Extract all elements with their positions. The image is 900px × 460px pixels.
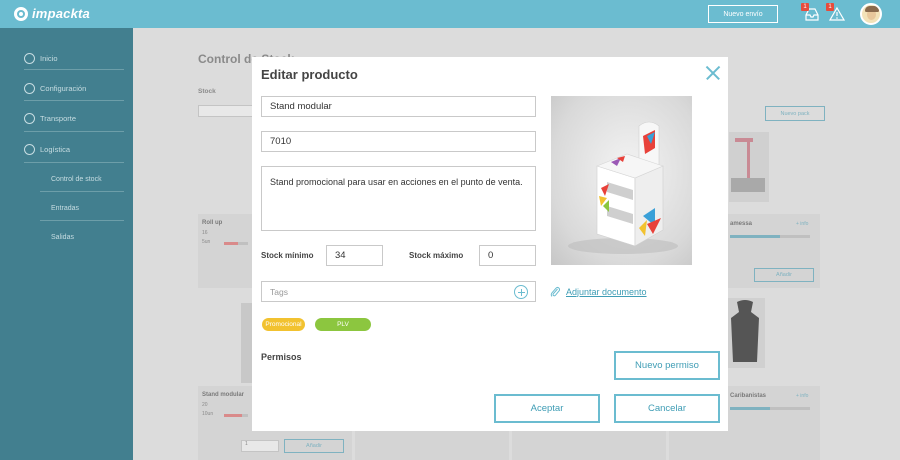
location-pin-icon	[24, 112, 35, 124]
adjuntar-documento-label: Adjuntar documento	[566, 286, 647, 297]
product-thumbnail	[729, 132, 769, 202]
stock-label: Stock	[198, 88, 216, 95]
stock-minimo-input[interactable]: 34	[326, 245, 383, 266]
anadir-button[interactable]: Añadir	[284, 439, 344, 453]
sidebar-item-label: Inicio	[40, 53, 58, 63]
gear-icon	[24, 143, 35, 155]
avatar-hair	[865, 6, 879, 12]
stock-minimo-label: Stock mínimo	[261, 251, 314, 260]
product-reference-field[interactable]: 7010	[261, 131, 536, 152]
divider	[24, 162, 124, 163]
card-title: Stand modular	[202, 392, 245, 398]
card-value: 20	[202, 402, 208, 408]
top-bar: impackta Nuevo envío 1 1	[0, 0, 900, 28]
sidebar-item-transporte[interactable]: Transporte	[24, 108, 124, 128]
sidebar-item-logistica[interactable]: Logística	[24, 139, 124, 159]
product-image	[551, 96, 692, 265]
paperclip-icon	[550, 286, 560, 297]
permisos-label: Permisos	[261, 352, 302, 362]
info-link[interactable]: + info	[796, 393, 808, 399]
product-card: amessa + info Añadir	[728, 214, 820, 288]
sidebar: Inicio Configuración Transporte Logístic…	[0, 28, 133, 460]
nuevo-pack-button[interactable]: Nuevo pack	[765, 106, 825, 121]
stock-maximo-label: Stock máximo	[409, 251, 464, 260]
warning-icon[interactable]: 1	[826, 3, 846, 22]
tags-placeholder: Tags	[270, 286, 288, 297]
close-icon[interactable]	[706, 66, 720, 80]
card-title: Roll up	[202, 220, 223, 226]
notification-badge: 1	[801, 3, 809, 11]
tag-promocional[interactable]: Promocional	[262, 318, 305, 331]
anadir-button[interactable]: Añadir	[754, 268, 814, 282]
nuevo-permiso-button[interactable]: Nuevo permiso	[614, 351, 720, 380]
divider	[24, 69, 124, 70]
adjuntar-documento-link[interactable]: Adjuntar documento	[550, 285, 647, 298]
divider	[24, 131, 124, 132]
divider	[40, 220, 124, 221]
product-description-field[interactable]: Stand promocional para usar en acciones …	[261, 166, 536, 231]
sidebar-subitem-control-stock[interactable]: Control de stock	[51, 176, 102, 183]
add-tag-icon[interactable]	[514, 285, 528, 299]
stock-bar-fill	[224, 414, 242, 417]
tags-input[interactable]: Tags	[261, 281, 536, 302]
product-card-footer	[355, 431, 509, 460]
cancelar-button[interactable]: Cancelar	[614, 394, 720, 423]
stock-bar-fill	[224, 242, 238, 245]
sidebar-item-label: Configuración	[40, 83, 87, 93]
app-logo[interactable]: impackta	[14, 6, 90, 21]
wrench-icon	[24, 82, 35, 94]
sidebar-subitem-entradas[interactable]: Entradas	[51, 205, 79, 212]
card-value: 16	[202, 230, 208, 236]
product-name-field[interactable]: Stand modular	[261, 96, 536, 117]
card-title: Caribanistas	[730, 393, 767, 399]
sidebar-item-inicio[interactable]: Inicio	[24, 48, 124, 68]
sidebar-subitem-salidas[interactable]: Salidas	[51, 234, 74, 241]
sidebar-item-label: Logística	[40, 144, 71, 154]
logo-icon	[14, 6, 28, 21]
divider	[40, 191, 124, 192]
product-card: Roll up 16 5un	[198, 214, 252, 288]
alert-badge: 1	[826, 3, 834, 11]
product-card-footer: 1 Añadir	[198, 431, 352, 460]
nuevo-envio-button[interactable]: Nuevo envío	[708, 5, 778, 23]
card-title: amessa	[730, 221, 753, 227]
modal-title: Editar producto	[261, 67, 358, 82]
inbox-tray-icon[interactable]: 1	[801, 3, 820, 22]
stock-bar-fill	[730, 235, 780, 238]
card-value: 10un	[202, 411, 214, 417]
sidebar-item-configuracion[interactable]: Configuración	[24, 78, 124, 98]
product-thumbnail	[725, 298, 765, 368]
product-card-footer	[512, 431, 666, 460]
stock-filter-input[interactable]	[198, 105, 258, 117]
user-icon	[24, 52, 35, 64]
stock-maximo-input[interactable]: 0	[479, 245, 536, 266]
info-link[interactable]: + info	[796, 221, 808, 227]
aceptar-button[interactable]: Aceptar	[494, 394, 600, 423]
card-value: 5un	[202, 239, 211, 245]
tag-plv[interactable]: PLV	[315, 318, 371, 331]
sidebar-item-label: Transporte	[40, 113, 76, 123]
divider	[24, 100, 124, 101]
qty-input[interactable]: 1	[241, 440, 279, 452]
app-name: impackta	[32, 6, 90, 21]
user-avatar[interactable]	[860, 3, 882, 25]
stock-bar-fill	[730, 407, 770, 410]
editar-producto-modal: Editar producto Stand modular 7010 Stand…	[252, 57, 728, 431]
